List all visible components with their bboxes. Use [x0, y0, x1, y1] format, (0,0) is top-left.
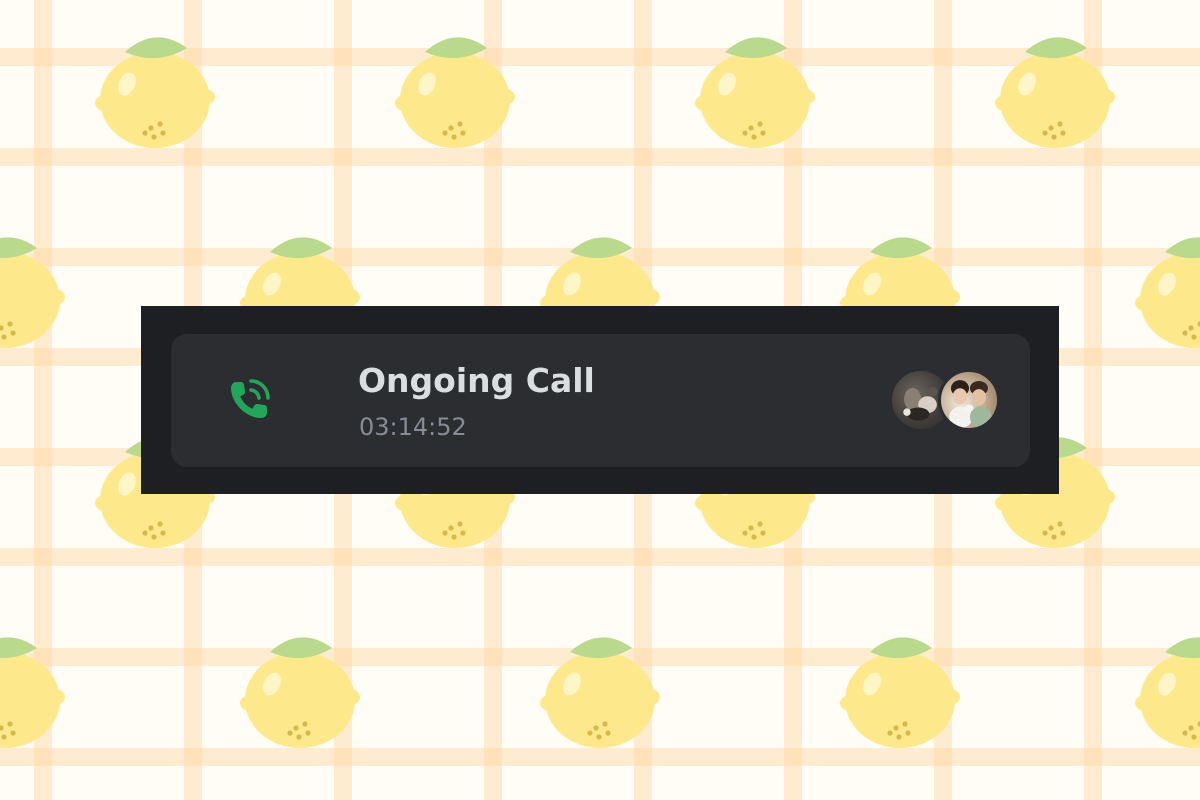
call-title: Ongoing Call [358, 361, 595, 400]
participant-avatar-2[interactable] [938, 369, 1000, 431]
call-duration: 03:14:52 [359, 413, 467, 441]
ongoing-call-card[interactable]: Ongoing Call 03:14:52 [171, 334, 1030, 467]
participant-avatars [890, 369, 1002, 431]
phone-calling-icon [219, 370, 279, 430]
ongoing-call-panel: Ongoing Call 03:14:52 [141, 306, 1059, 494]
